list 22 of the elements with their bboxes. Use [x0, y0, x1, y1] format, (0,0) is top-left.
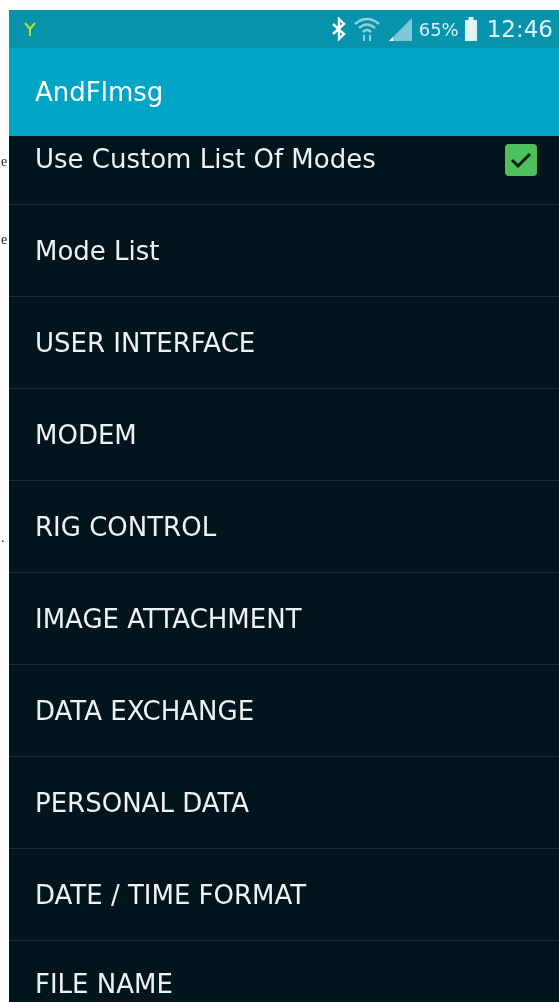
settings-item[interactable]: PERSONAL DATA	[9, 757, 559, 849]
battery-percent: 65%	[418, 18, 459, 40]
battery-icon	[464, 17, 477, 41]
document-fragment: e	[1, 154, 8, 170]
clock: 12:46	[486, 16, 553, 42]
settings-item[interactable]: DATE / TIME FORMAT	[9, 849, 559, 941]
settings-item[interactable]: IMAGE ATTACHMENT	[9, 573, 559, 665]
document-fragment: .	[1, 530, 5, 546]
document-fragment: e	[1, 232, 8, 248]
checkmark-icon	[510, 151, 532, 169]
settings-item[interactable]: RIG CONTROL	[9, 481, 559, 573]
settings-item[interactable]: Use Custom List Of Modes	[9, 136, 559, 205]
settings-item[interactable]: USER INTERFACE	[9, 297, 559, 389]
settings-item[interactable]: MODEM	[9, 389, 559, 481]
app-title: AndFlmsg	[35, 77, 164, 107]
checkbox[interactable]	[505, 144, 537, 176]
antenna-icon	[23, 21, 37, 37]
settings-item[interactable]: DATA EXCHANGE	[9, 665, 559, 757]
settings-item[interactable]: FILE NAME	[9, 941, 559, 1002]
bluetooth-icon	[330, 17, 347, 41]
wifi-icon	[352, 16, 381, 42]
settings-item[interactable]: Mode List	[9, 205, 559, 297]
